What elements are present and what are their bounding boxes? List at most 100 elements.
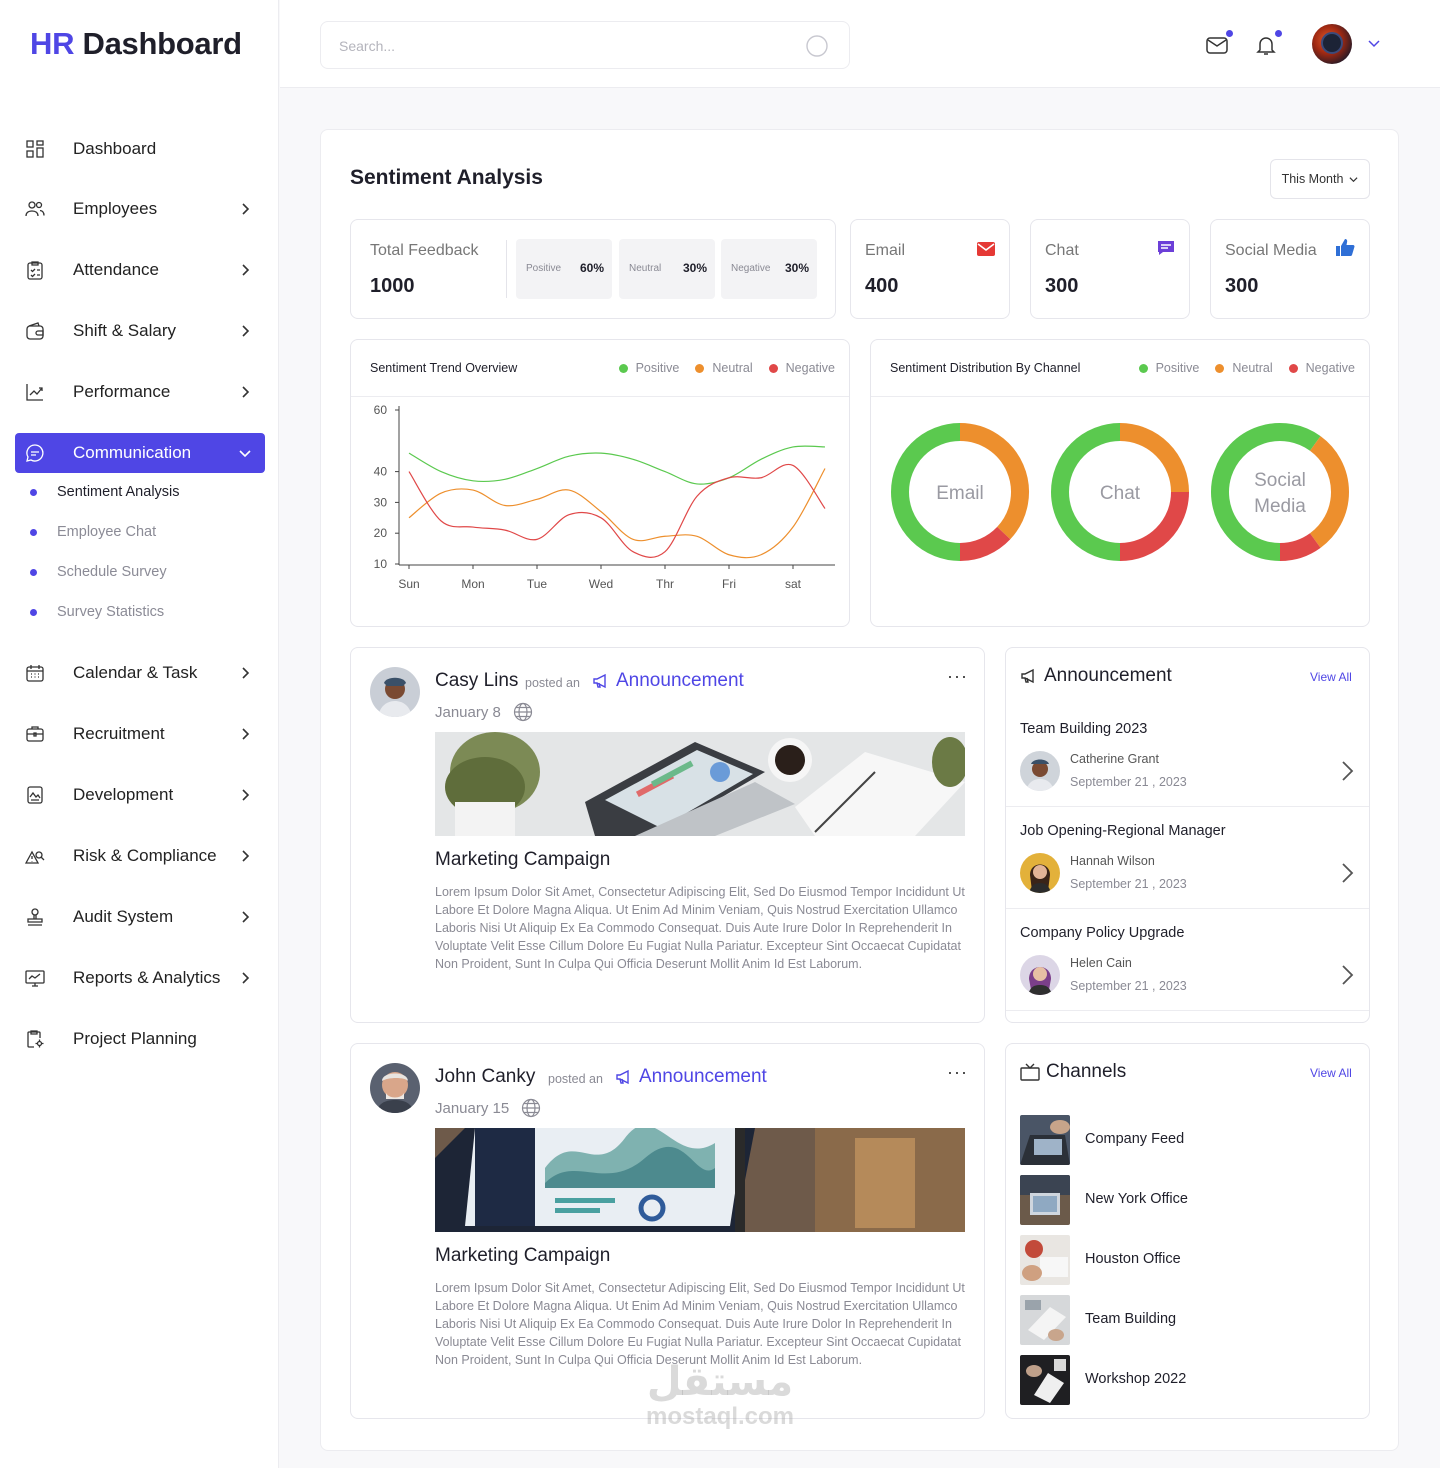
notifications-button[interactable]	[1254, 30, 1282, 57]
sidebar-item-project-planning[interactable]: Project Planning	[15, 1019, 265, 1059]
sidebar-item-development[interactable]: Development	[15, 775, 265, 815]
stat-value: 300	[1045, 275, 1079, 297]
chart-legend: Positive Neutral Negative	[618, 361, 835, 375]
announcement-date: September 21 , 2023	[1070, 979, 1187, 993]
post-image[interactable]	[435, 732, 965, 836]
legend-label: Negative	[785, 361, 835, 375]
chevron-right-icon	[242, 203, 250, 215]
chevron-right-icon[interactable]	[1338, 963, 1356, 987]
chart-legend: Positive Neutral Negative	[1138, 361, 1355, 375]
post-date: January 15	[435, 1098, 541, 1118]
announcement-author: Catherine Grant	[1070, 752, 1159, 766]
stamp-icon	[27, 908, 43, 926]
pill-value: 30%	[784, 261, 809, 275]
megaphone-icon	[1021, 668, 1034, 684]
sidebar-item-calendar-task[interactable]: Calendar & Task	[15, 653, 265, 693]
legend-label: Positive	[1155, 361, 1200, 375]
sidebar-subitem-survey-statistics[interactable]: Survey Statistics	[30, 602, 164, 622]
stat-label: Total Feedback	[370, 242, 479, 259]
sidebar-item-reports-analytics[interactable]: Reports & Analytics	[15, 958, 265, 998]
panel-title: Announcement	[1044, 665, 1172, 686]
sidebar-subitem-employee-chat[interactable]: Employee Chat	[30, 522, 156, 542]
line-chart: 10 20 30 40 60 Sun Mon Tue Wed Thr Fri sat	[374, 403, 835, 591]
search-input[interactable]	[339, 34, 779, 58]
sidebar-item-attendance[interactable]: Attendance	[15, 250, 265, 290]
sidebar-subitem-sentiment-analysis[interactable]: Sentiment Analysis	[30, 482, 180, 502]
bullet-dot	[30, 568, 37, 576]
email-stat-card: Email 400	[850, 219, 1010, 319]
logo-hr: HR	[30, 26, 75, 61]
sidebar-item-performance[interactable]: Performance	[15, 372, 265, 412]
sidebar-item-dashboard[interactable]: Dashboard	[15, 129, 265, 169]
view-all-link[interactable]: View All	[1310, 670, 1352, 684]
search-box[interactable]	[320, 21, 850, 69]
sidebar-item-label: Shift & Salary	[73, 321, 176, 340]
chart-title: Sentiment Trend Overview	[370, 361, 518, 375]
post-category[interactable]: Announcement	[615, 1066, 767, 1088]
chevron-right-icon	[242, 264, 250, 276]
chevron-right-icon[interactable]	[1338, 759, 1356, 783]
chevron-right-icon[interactable]	[1338, 861, 1356, 885]
channel-label: Workshop 2022	[1085, 1371, 1187, 1387]
mail-button[interactable]	[1205, 30, 1233, 57]
pill-value: 60%	[579, 261, 604, 275]
legend-dot	[1215, 363, 1225, 373]
divider	[506, 240, 507, 298]
donut-center-label: Social	[1254, 470, 1306, 491]
sidebar-item-communication[interactable]: Communication	[15, 433, 265, 473]
search-icon[interactable]	[805, 34, 829, 58]
more-options-button[interactable]: ···	[947, 1062, 968, 1083]
sidebar-item-risk-compliance[interactable]: Risk & Compliance	[15, 836, 265, 876]
sidebar-item-label: Employees	[73, 199, 158, 218]
sidebar-item-label: Risk & Compliance	[73, 846, 217, 865]
sidebar-item-employees[interactable]: Employees	[15, 189, 265, 229]
y-tick-label: 10	[374, 557, 388, 571]
avatar	[1020, 853, 1060, 893]
sidebar-subitem-schedule-survey[interactable]: Schedule Survey	[30, 562, 167, 582]
sidebar-item-label: Attendance	[73, 260, 160, 279]
post-category[interactable]: Announcement	[592, 670, 744, 692]
post-meta: posted an	[525, 676, 580, 690]
total-feedback-card: Total Feedback 1000 Positive 60% Neutral…	[350, 219, 836, 319]
sidebar-item-audit-system[interactable]: Audit System	[15, 897, 265, 937]
message-icon	[1158, 241, 1174, 255]
chevron-right-icon	[242, 789, 250, 801]
sidebar-item-label: Project Planning	[73, 1029, 197, 1048]
top-bar	[280, 0, 1440, 88]
period-dropdown[interactable]: This Month	[1270, 159, 1370, 199]
chart-title: Sentiment Distribution By Channel	[890, 361, 1081, 375]
view-all-link[interactable]: View All	[1310, 1066, 1352, 1080]
channel-thumbnail	[1020, 1355, 1070, 1405]
announcement-date: September 21 , 2023	[1070, 877, 1187, 891]
wallet-icon	[26, 322, 44, 340]
post-meta: posted an	[548, 1072, 603, 1086]
channel-thumbnail	[1020, 1295, 1070, 1345]
user-avatar[interactable]	[1312, 24, 1352, 64]
legend-negative: Negative	[1288, 361, 1355, 375]
stat-value: 1000	[370, 275, 415, 297]
date-label: January 15	[435, 1099, 510, 1117]
date-label: January 8	[435, 703, 501, 721]
chevron-down-icon[interactable]	[1367, 36, 1381, 50]
channel-label: Houston Office	[1085, 1251, 1181, 1267]
calendar-icon	[26, 665, 44, 682]
doc-chart-icon	[27, 786, 43, 804]
stat-value: 400	[865, 275, 899, 297]
donut-center-label: Email	[936, 483, 984, 504]
post-author[interactable]: John Canky	[435, 1066, 535, 1088]
watermark-logo: مستقل mostaql.com	[630, 1360, 810, 1430]
author-avatar[interactable]	[370, 1063, 420, 1113]
sidebar-item-recruitment[interactable]: Recruitment	[15, 714, 265, 754]
subitem-label: Sentiment Analysis	[57, 484, 180, 500]
chat-stat-card: Chat 300	[1030, 219, 1190, 319]
legend-dot	[1138, 363, 1148, 373]
author-avatar[interactable]	[370, 667, 420, 717]
app-logo[interactable]: HR Dashboard	[30, 26, 242, 62]
post-body: Lorem Ipsum Dolor Sit Amet, Consectetur …	[435, 885, 965, 971]
post-author[interactable]: Casy Lins	[435, 670, 518, 692]
sidebar-item-label: Recruitment	[73, 724, 165, 743]
more-options-button[interactable]: ···	[947, 666, 968, 687]
sidebar-item-shift-salary[interactable]: Shift & Salary	[15, 311, 265, 351]
sidebar-item-label: Dashboard	[73, 139, 157, 158]
post-image[interactable]	[435, 1128, 965, 1232]
